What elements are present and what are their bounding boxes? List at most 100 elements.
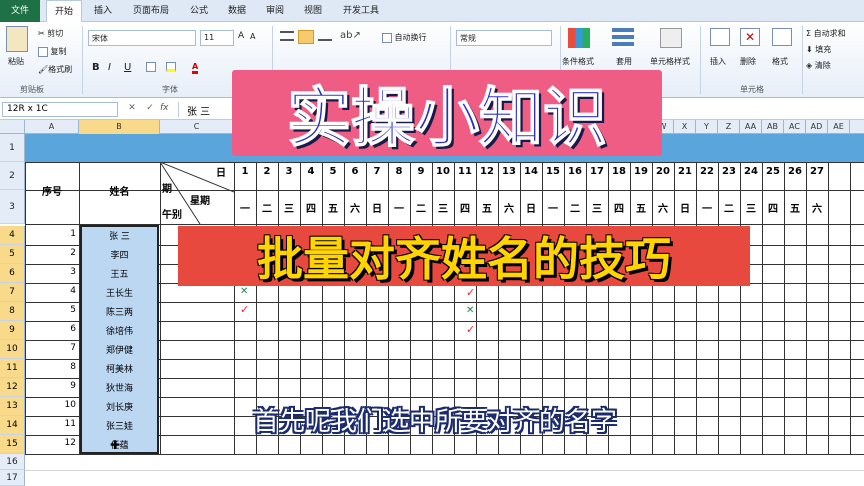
paste-icon[interactable]: [6, 26, 28, 52]
tab-data[interactable]: 数据: [222, 0, 252, 22]
weekday: 二: [416, 204, 426, 215]
tab-formulas[interactable]: 公式: [184, 0, 214, 22]
tab-developer[interactable]: 开发工具: [336, 0, 386, 22]
student-name[interactable]: 张三娃: [80, 419, 159, 432]
orientation-icon[interactable]: ab↗: [340, 30, 361, 41]
column-header-X[interactable]: X: [674, 120, 696, 134]
column-header-Y[interactable]: Y: [696, 120, 718, 134]
column-header-AC[interactable]: AC: [784, 120, 806, 134]
tab-home[interactable]: 开始: [46, 0, 82, 23]
autosum-button[interactable]: Σ 自动求和: [806, 28, 846, 39]
tab-page-layout[interactable]: 页面布局: [126, 0, 176, 22]
insert-cells-icon: [710, 28, 730, 46]
student-seq: 6: [70, 324, 76, 334]
number-format-select[interactable]: 常规: [456, 30, 552, 46]
row-header-9[interactable]: 9: [0, 321, 25, 340]
day-number: 22: [700, 166, 714, 177]
row-header-7[interactable]: 7: [0, 283, 25, 302]
row-header-4[interactable]: 4: [0, 226, 25, 245]
column-header-C[interactable]: C: [160, 120, 234, 134]
column-header-AD[interactable]: AD: [806, 120, 828, 134]
cancel-entry-icon[interactable]: ✕: [124, 103, 140, 116]
align-bottom-icon[interactable]: [318, 31, 332, 41]
day-number: 10: [436, 166, 450, 177]
weekday: 四: [614, 204, 624, 215]
column-header-AA[interactable]: AA: [740, 120, 762, 134]
row-header-16[interactable]: 16: [0, 454, 25, 470]
student-name[interactable]: 陈三两: [80, 305, 159, 318]
font-size-select[interactable]: 11: [200, 30, 234, 46]
insert-cells-button[interactable]: 插入: [710, 56, 726, 67]
row-header-14[interactable]: 14: [0, 416, 25, 435]
tab-review[interactable]: 审阅: [260, 0, 290, 22]
student-name[interactable]: 柯美林: [80, 362, 159, 375]
row-header-6[interactable]: 6: [0, 264, 25, 283]
name-box[interactable]: 12R x 1C: [2, 102, 118, 117]
row-header-8[interactable]: 8: [0, 302, 25, 321]
select-all-corner[interactable]: [0, 120, 25, 134]
row-header-17[interactable]: 17: [0, 470, 25, 486]
row-header-15[interactable]: 15: [0, 435, 25, 454]
insert-function-icon[interactable]: fx: [160, 103, 169, 113]
column-header-B[interactable]: B: [79, 120, 160, 134]
format-as-table-button[interactable]: 套用: [616, 56, 632, 67]
cut-button[interactable]: ✂ 剪切: [38, 28, 63, 39]
bold-button[interactable]: B: [92, 62, 100, 73]
increase-font-icon[interactable]: A: [238, 31, 244, 41]
weekday: 五: [636, 204, 646, 215]
tab-file[interactable]: 文件: [0, 0, 40, 22]
format-painter-button[interactable]: 🖌格式刷: [38, 64, 72, 75]
cell-styles-button[interactable]: 单元格样式: [650, 56, 690, 67]
column-header-Z[interactable]: Z: [718, 120, 740, 134]
row-header-1[interactable]: 1: [0, 134, 25, 162]
row-header-5[interactable]: 5: [0, 245, 25, 264]
paste-button[interactable]: 粘贴: [8, 56, 24, 67]
row-header-10[interactable]: 10: [0, 340, 25, 359]
student-name[interactable]: 李四: [80, 248, 159, 261]
row-header-11[interactable]: 11: [0, 359, 25, 378]
copy-icon: [38, 46, 48, 57]
fill-color-icon: [166, 62, 176, 72]
student-name[interactable]: 刘长庚: [80, 400, 159, 413]
confirm-entry-icon[interactable]: ✓: [142, 103, 158, 116]
format-as-table-icon: [612, 28, 634, 48]
align-middle-icon[interactable]: [298, 30, 314, 44]
decrease-font-icon[interactable]: A: [250, 32, 255, 41]
align-top-icon[interactable]: [280, 31, 294, 41]
row-header-13[interactable]: 13: [0, 397, 25, 416]
day-number: 3: [285, 166, 293, 177]
format-cells-button[interactable]: 格式: [772, 56, 788, 67]
ribbon-tabs: 文件 开始 插入 页面布局 公式 数据 审阅 视图 开发工具: [0, 0, 864, 23]
font-color-icon[interactable]: A: [192, 62, 199, 74]
student-name[interactable]: 狄世海: [80, 381, 159, 394]
font-name-select[interactable]: 宋体: [88, 30, 196, 46]
column-header-AE[interactable]: AE: [828, 120, 850, 134]
tab-insert[interactable]: 插入: [88, 0, 118, 22]
tab-view[interactable]: 视图: [298, 0, 328, 22]
delete-cells-button[interactable]: 删除: [740, 56, 756, 67]
borders-icon: [146, 62, 156, 72]
row-header-2[interactable]: 2: [0, 162, 25, 190]
student-name[interactable]: 王五: [80, 267, 159, 280]
clear-button[interactable]: ◈ 清除: [806, 60, 831, 71]
fill-color-button[interactable]: [166, 62, 176, 72]
wrap-text-button[interactable]: 自动换行: [382, 32, 427, 43]
format-cells-icon: [772, 28, 792, 46]
cells-group-label: 单元格: [740, 85, 764, 94]
column-header-A[interactable]: A: [25, 120, 79, 134]
student-name[interactable]: 张 三: [80, 229, 159, 242]
conditional-format-button[interactable]: 条件格式: [562, 56, 594, 67]
underline-button[interactable]: U: [124, 62, 131, 73]
row-header-3[interactable]: 3: [0, 190, 25, 224]
row-header-12[interactable]: 12: [0, 378, 25, 397]
student-name[interactable]: 郑伊健: [80, 343, 159, 356]
borders-button[interactable]: [146, 62, 156, 72]
column-header-AB[interactable]: AB: [762, 120, 784, 134]
student-seq: 12: [64, 438, 76, 448]
student-name[interactable]: 王长生: [80, 286, 159, 299]
day-number: 26: [788, 166, 802, 177]
italic-button[interactable]: I: [108, 62, 111, 73]
copy-button[interactable]: 复制: [38, 46, 67, 57]
fill-button[interactable]: ⬇ 填充: [806, 44, 831, 55]
student-name[interactable]: 徐培伟: [80, 324, 159, 337]
